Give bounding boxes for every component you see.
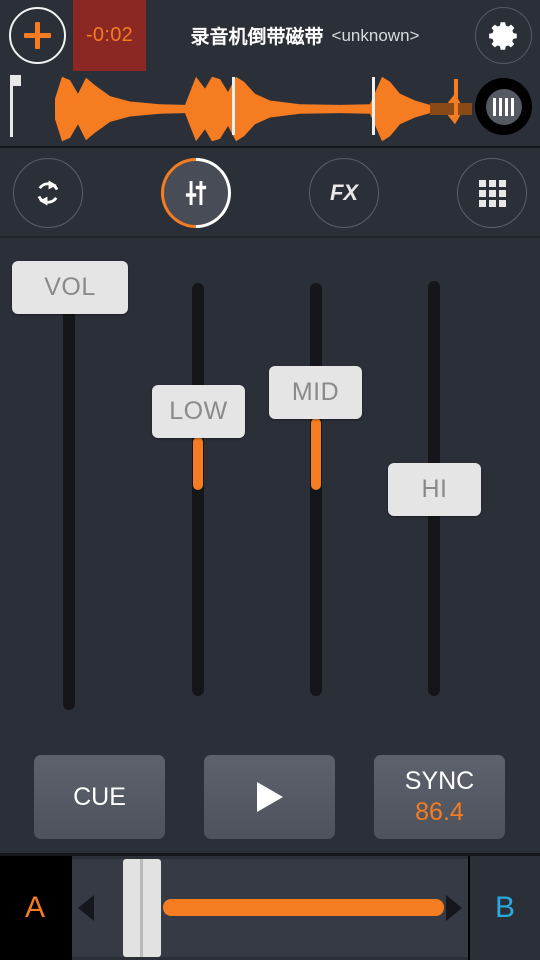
cue-label: CUE — [73, 782, 126, 811]
settings-button[interactable] — [475, 7, 532, 64]
arrow-right-icon — [446, 895, 462, 921]
mid-eq-slider-fill — [311, 418, 321, 490]
hi-eq-slider-handle[interactable]: HI — [388, 463, 481, 516]
volume-slider-handle[interactable]: VOL — [12, 261, 128, 314]
deck-b-label: B — [494, 891, 515, 924]
eq-active-ring-white — [146, 143, 246, 243]
volume-slider-track[interactable] — [63, 310, 75, 710]
waveform-graphic — [55, 76, 472, 142]
sync-button[interactable]: SYNC 86.4 — [374, 755, 505, 839]
dj-app-screen: -0:02 录音机倒带磁带 <unknown> FX VOL LOW MID H… — [0, 0, 540, 960]
pads-button[interactable] — [457, 158, 527, 228]
eq-button[interactable] — [146, 143, 246, 243]
volume-slider-label: VOL — [44, 273, 96, 301]
beatgrid-button[interactable] — [475, 78, 532, 135]
fx-label: FX — [329, 180, 359, 205]
grid-pads-icon — [478, 179, 506, 207]
plus-icon-vertical — [35, 22, 40, 49]
mid-eq-slider-label: MID — [291, 378, 340, 406]
hi-eq-slider-label: HI — [421, 475, 448, 503]
bpm-value: 86.4 — [415, 798, 464, 826]
start-cue-flag — [10, 75, 21, 137]
cue-marker-2 — [372, 77, 375, 135]
time-remaining-label: -0:02 — [85, 24, 134, 46]
deck-a-button[interactable]: A — [0, 856, 70, 960]
time-remaining-box[interactable]: -0:02 — [73, 0, 146, 71]
transport-bar: CUE SYNC 86.4 — [0, 743, 540, 853]
mixer-panel: VOL LOW MID HI — [0, 238, 540, 743]
add-track-button[interactable] — [9, 7, 66, 64]
fx-button[interactable]: FX — [309, 158, 379, 228]
play-icon — [256, 782, 283, 812]
mode-toolbar: FX — [0, 143, 540, 243]
play-button[interactable] — [204, 755, 335, 839]
crossfader-top-divider — [0, 853, 540, 856]
low-eq-slider-fill — [193, 437, 203, 490]
track-title-area[interactable]: 录音机倒带磁带 <unknown> — [150, 0, 460, 71]
header-bar: -0:02 录音机倒带磁带 <unknown> — [0, 0, 540, 71]
gear-icon — [488, 21, 517, 50]
crossfader-track[interactable] — [72, 859, 468, 957]
crossfader-fill — [163, 899, 444, 916]
crossfader-handle[interactable] — [123, 859, 161, 957]
track-artist-label: <unknown> — [331, 25, 420, 45]
loop-icon — [37, 180, 59, 206]
cue-marker-1 — [232, 77, 235, 135]
beatgrid-icon — [485, 88, 522, 125]
arrow-left-icon — [78, 895, 94, 921]
deck-a-label: A — [24, 891, 45, 924]
low-eq-slider-handle[interactable]: LOW — [152, 385, 245, 438]
start-cue-flag-head — [10, 75, 21, 86]
low-eq-slider-label: LOW — [169, 397, 228, 425]
crossfader-handle-seam — [140, 859, 143, 957]
track-name-label: 录音机倒带磁带 — [190, 27, 324, 48]
sync-label: SYNC — [404, 767, 475, 795]
mid-eq-slider-handle[interactable]: MID — [269, 366, 362, 419]
cue-button[interactable]: CUE — [34, 755, 165, 839]
waveform-display[interactable] — [0, 71, 540, 147]
loop-button[interactable] — [13, 158, 83, 228]
deck-b-button[interactable]: B — [470, 856, 540, 960]
crossfader-bar: A B — [0, 853, 540, 960]
